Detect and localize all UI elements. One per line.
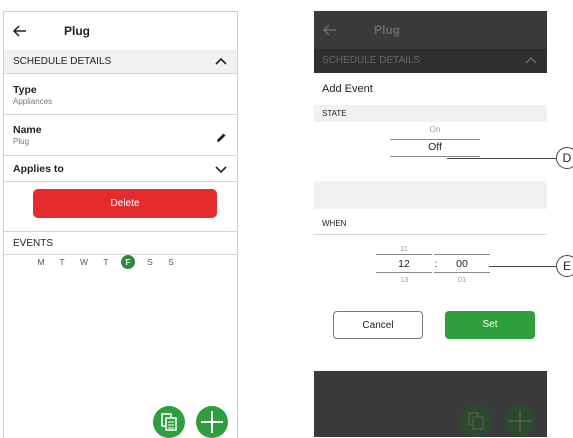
copy-schedule-button[interactable] xyxy=(153,406,185,438)
page-title: Plug xyxy=(64,24,90,38)
hour-picker[interactable]: 12 xyxy=(376,258,432,270)
schedule-details-label: SCHEDULE DETAILS xyxy=(322,55,421,66)
events-label: EVENTS xyxy=(13,238,54,249)
state-picker[interactable]: Off xyxy=(390,141,480,153)
spacer-band xyxy=(314,181,547,209)
callout-d-line xyxy=(447,158,558,159)
app-header-dimmed: Plug xyxy=(314,11,547,49)
picker-divider xyxy=(434,272,490,273)
copy-icon xyxy=(468,412,484,430)
cancel-button[interactable]: Cancel xyxy=(333,311,423,339)
back-arrow-icon xyxy=(322,24,336,36)
minute-option-below[interactable]: 01 xyxy=(434,275,490,284)
callout-e-marker: E xyxy=(556,255,573,277)
state-option-on[interactable]: On xyxy=(390,125,480,134)
picker-divider xyxy=(390,156,480,157)
callout-d-marker: D xyxy=(556,147,573,169)
chevron-up-icon xyxy=(525,56,537,64)
state-label: STATE xyxy=(314,105,547,122)
picker-divider xyxy=(376,254,432,255)
schedule-details-header[interactable]: SCHEDULE DETAILS xyxy=(4,50,237,74)
minute-picker[interactable]: 00 xyxy=(434,258,490,270)
chevron-down-icon[interactable] xyxy=(215,166,227,174)
name-label: Name xyxy=(13,124,42,136)
pencil-icon[interactable] xyxy=(216,132,227,143)
day-wednesday[interactable]: W xyxy=(77,255,91,269)
divider xyxy=(314,234,547,235)
events-header: EVENTS xyxy=(4,231,237,255)
schedule-details-header-dimmed: SCHEDULE DETAILS xyxy=(314,49,547,73)
add-event-button-dimmed xyxy=(504,405,536,437)
back-arrow-icon[interactable] xyxy=(12,23,28,39)
picker-divider xyxy=(376,272,432,273)
day-saturday[interactable]: S xyxy=(143,255,157,269)
name-value: Plug xyxy=(13,137,30,146)
add-event-dialog: Add Event STATE On Off WHEN 11 12 13 : 0… xyxy=(314,73,547,371)
day-thursday[interactable]: T xyxy=(99,255,113,269)
set-button[interactable]: Set xyxy=(445,311,535,339)
hour-option-below[interactable]: 13 xyxy=(376,275,432,284)
weekday-selector: M T W T F S S xyxy=(4,255,237,269)
dialog-title: Add Event xyxy=(322,83,373,95)
applies-to-label: Applies to xyxy=(13,163,64,175)
name-row[interactable]: Name Plug xyxy=(4,115,237,156)
copy-icon xyxy=(161,413,177,431)
schedule-details-label: SCHEDULE DETAILS xyxy=(13,56,112,67)
schedule-details-screen: Plug SCHEDULE DETAILS Type Appliances Na… xyxy=(3,11,238,438)
plus-icon xyxy=(509,410,531,432)
type-value: Appliances xyxy=(13,97,53,106)
hour-option-above[interactable]: 11 xyxy=(376,244,432,253)
chevron-up-icon[interactable] xyxy=(215,57,227,65)
when-label: WHEN xyxy=(314,215,547,232)
page-title: Plug xyxy=(374,23,400,37)
day-monday[interactable]: M xyxy=(34,255,48,269)
copy-schedule-button-dimmed xyxy=(460,405,492,437)
delete-button[interactable]: Delete xyxy=(33,189,217,218)
applies-to-row[interactable]: Applies to xyxy=(4,156,237,182)
day-tuesday[interactable]: T xyxy=(55,255,69,269)
add-event-screen: Plug SCHEDULE DETAILS Add Event STATE On… xyxy=(314,11,547,437)
add-event-button[interactable] xyxy=(196,406,228,438)
picker-divider xyxy=(434,254,490,255)
plus-icon xyxy=(201,411,223,433)
type-label: Type xyxy=(13,84,37,96)
app-header: Plug xyxy=(4,12,237,51)
callout-e-line xyxy=(489,266,558,267)
picker-divider xyxy=(390,139,480,140)
day-sunday[interactable]: S xyxy=(164,255,178,269)
type-row: Type Appliances xyxy=(4,75,237,115)
day-friday-selected[interactable]: F xyxy=(121,255,135,269)
